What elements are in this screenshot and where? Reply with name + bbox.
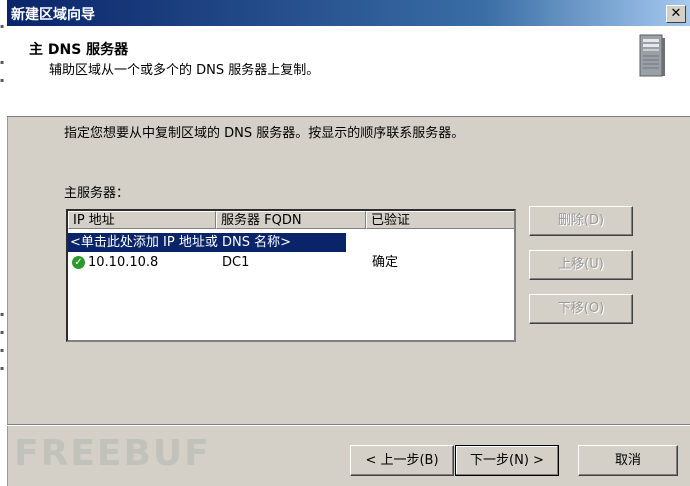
column-ip[interactable]: IP 地址 (68, 211, 216, 229)
close-button[interactable]: ✕ (666, 5, 686, 23)
page-title: 主 DNS 服务器 (29, 42, 129, 58)
row-ip: 10.10.10.8 (88, 255, 159, 270)
check-icon: ✓ (72, 256, 85, 269)
server-icon (639, 34, 665, 77)
strip-fragment: ▪ (0, 78, 5, 84)
back-button[interactable]: < 上一步(B) (350, 445, 454, 476)
strip-fragment: ▪ (0, 366, 5, 372)
strip-fragment: ▪ (0, 348, 5, 354)
page-subtitle: 辅助区域从一个或多个的 DNS 服务器上复制。 (49, 63, 320, 78)
strip-fragment: ▪ (0, 60, 5, 66)
strip-fragment: ▪ (0, 312, 5, 318)
move-up-button[interactable]: 上移(U) (529, 250, 633, 280)
column-fqdn[interactable]: 服务器 FQDN (216, 211, 366, 229)
add-server-prompt: <单击此处添加 IP 地址或 DNS 名称> (70, 235, 291, 250)
server-list-label: 主服务器： (64, 186, 130, 201)
title-bar[interactable]: 新建区域向导 ✕ (7, 0, 690, 26)
row-validated: 确定 (372, 255, 399, 270)
strip-fragment: ▪ (0, 330, 5, 336)
next-button[interactable]: 下一步(N) > (455, 445, 559, 476)
strip-fragment: ▪ (0, 24, 5, 30)
footer-separator (7, 424, 690, 426)
list-header: IP 地址 服务器 FQDN 已验证 (68, 211, 514, 231)
instruction-text: 指定您想要从中复制区域的 DNS 服务器。按显示的顺序联系服务器。 (64, 126, 465, 141)
watermark-logo: FREEBUF (14, 433, 211, 474)
add-server-row[interactable]: <单击此处添加 IP 地址或 DNS 名称> (68, 232, 347, 253)
master-server-list[interactable]: IP 地址 服务器 FQDN 已验证 <单击此处添加 IP 地址或 DNS 名称… (66, 209, 516, 342)
cancel-button[interactable]: 取消 (578, 445, 678, 476)
wizard-header: 主 DNS 服务器 辅助区域从一个或多个的 DNS 服务器上复制。 (7, 26, 690, 117)
window-title: 新建区域向导 (11, 7, 95, 23)
table-row[interactable]: ✓ 10.10.10.8 DC1 确定 (68, 253, 514, 272)
move-down-button[interactable]: 下移(O) (529, 294, 633, 324)
delete-button[interactable]: 删除(D) (529, 206, 633, 236)
column-validated[interactable]: 已验证 (366, 211, 514, 229)
row-fqdn: DC1 (222, 255, 250, 270)
